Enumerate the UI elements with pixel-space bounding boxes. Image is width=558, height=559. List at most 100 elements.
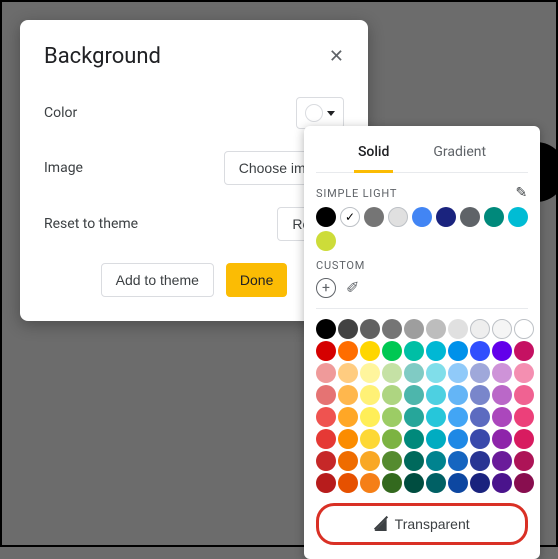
color-swatch[interactable] (338, 407, 358, 427)
color-swatch[interactable] (360, 341, 380, 361)
color-swatch[interactable] (448, 451, 468, 471)
color-swatch[interactable] (382, 407, 402, 427)
color-swatch[interactable] (470, 363, 490, 383)
color-swatch[interactable] (360, 385, 380, 405)
color-swatch[interactable] (404, 407, 424, 427)
color-swatch[interactable] (470, 385, 490, 405)
theme-color-swatch[interactable] (316, 207, 336, 227)
color-swatch[interactable] (382, 385, 402, 405)
color-dropdown[interactable] (296, 97, 344, 129)
color-swatch[interactable] (470, 319, 490, 339)
color-swatch[interactable] (382, 319, 402, 339)
color-swatch[interactable] (492, 429, 512, 449)
color-swatch[interactable] (514, 341, 534, 361)
color-swatch[interactable] (338, 473, 358, 493)
color-swatch[interactable] (316, 385, 336, 405)
color-swatch[interactable] (316, 363, 336, 383)
color-swatch[interactable] (404, 473, 424, 493)
color-swatch[interactable] (470, 451, 490, 471)
add-custom-color-icon[interactable]: + (316, 278, 336, 298)
color-swatch[interactable] (426, 319, 446, 339)
color-swatch[interactable] (338, 451, 358, 471)
color-swatch[interactable] (338, 363, 358, 383)
color-swatch[interactable] (470, 341, 490, 361)
close-icon[interactable]: ✕ (329, 46, 344, 67)
color-swatch[interactable] (492, 341, 512, 361)
color-swatch[interactable] (360, 429, 380, 449)
color-swatch[interactable] (382, 363, 402, 383)
color-swatch[interactable] (448, 429, 468, 449)
theme-color-swatch[interactable] (364, 207, 384, 227)
color-swatch[interactable] (492, 319, 512, 339)
color-swatch[interactable] (492, 363, 512, 383)
color-swatch[interactable] (360, 451, 380, 471)
color-swatch[interactable] (316, 429, 336, 449)
color-swatch[interactable] (448, 407, 468, 427)
pencil-icon[interactable]: ✎ (515, 185, 528, 201)
color-swatch[interactable] (360, 363, 380, 383)
tab-solid[interactable]: Solid (354, 138, 393, 173)
color-swatch[interactable] (470, 473, 490, 493)
color-swatch[interactable] (514, 385, 534, 405)
color-swatch[interactable] (360, 319, 380, 339)
color-swatch[interactable] (316, 473, 336, 493)
color-swatch[interactable] (514, 451, 534, 471)
color-swatch[interactable] (514, 363, 534, 383)
color-swatch[interactable] (448, 363, 468, 383)
color-swatch[interactable] (514, 407, 534, 427)
tab-gradient[interactable]: Gradient (429, 138, 490, 172)
eyedropper-icon[interactable]: ✐ (346, 278, 359, 298)
color-swatch[interactable] (448, 319, 468, 339)
theme-color-swatch[interactable] (508, 207, 528, 227)
color-swatch[interactable] (382, 429, 402, 449)
color-swatch[interactable] (514, 319, 534, 339)
color-swatch[interactable] (316, 451, 336, 471)
color-swatch[interactable] (404, 429, 424, 449)
theme-color-swatch[interactable] (388, 207, 408, 227)
transparent-button[interactable]: ◢ Transparent (316, 503, 528, 545)
color-swatch[interactable] (338, 429, 358, 449)
color-swatch[interactable] (382, 473, 402, 493)
theme-color-swatch[interactable] (484, 207, 504, 227)
color-swatch[interactable] (338, 385, 358, 405)
color-swatch[interactable] (404, 363, 424, 383)
color-swatch[interactable] (360, 473, 380, 493)
color-swatch[interactable] (316, 407, 336, 427)
color-swatch[interactable] (404, 319, 424, 339)
color-swatch[interactable] (426, 407, 446, 427)
color-swatch[interactable] (448, 385, 468, 405)
color-swatch[interactable] (426, 429, 446, 449)
color-swatch[interactable] (448, 341, 468, 361)
color-swatch[interactable] (426, 473, 446, 493)
done-button[interactable]: Done (226, 263, 287, 297)
color-swatch[interactable] (316, 341, 336, 361)
color-swatch[interactable] (426, 385, 446, 405)
color-swatch[interactable] (514, 429, 534, 449)
color-swatch[interactable] (426, 341, 446, 361)
color-swatch[interactable] (404, 451, 424, 471)
color-swatch[interactable] (492, 407, 512, 427)
theme-color-swatch[interactable] (316, 231, 336, 251)
color-swatch[interactable] (382, 341, 402, 361)
color-swatch[interactable] (360, 407, 380, 427)
color-swatch[interactable] (426, 451, 446, 471)
color-swatch[interactable] (382, 451, 402, 471)
theme-color-swatch[interactable] (412, 207, 432, 227)
color-swatch[interactable] (426, 363, 446, 383)
add-to-theme-button[interactable]: Add to theme (101, 263, 214, 297)
color-swatch[interactable] (316, 319, 336, 339)
theme-color-swatch[interactable] (340, 207, 360, 227)
color-swatch[interactable] (404, 385, 424, 405)
color-swatch[interactable] (448, 473, 468, 493)
color-swatch[interactable] (470, 407, 490, 427)
color-swatch[interactable] (492, 385, 512, 405)
color-swatch[interactable] (470, 429, 490, 449)
color-swatch[interactable] (492, 451, 512, 471)
theme-color-swatch[interactable] (436, 207, 456, 227)
color-swatch[interactable] (404, 341, 424, 361)
color-swatch[interactable] (338, 341, 358, 361)
theme-color-swatch[interactable] (460, 207, 480, 227)
color-swatch[interactable] (514, 473, 534, 493)
color-swatch[interactable] (492, 473, 512, 493)
color-swatch[interactable] (338, 319, 358, 339)
